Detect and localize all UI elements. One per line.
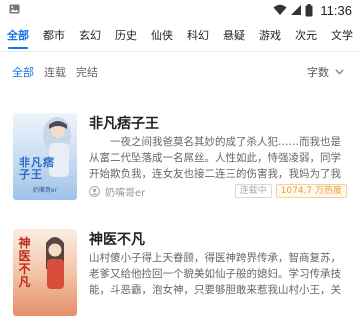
category-tab-bar: 全部 都市 玄幻 历史 仙侠 科幻 悬疑 游戏 次元 文学	[0, 22, 360, 50]
book-list-item[interactable]: 神医不凡 神医不凡 山村傻小子得上天眷顾，得医神跨界传承，智商复苏，老爹又给他捡…	[0, 223, 360, 316]
tab-divider	[0, 51, 360, 52]
cover-author: 奶嘴哥er	[32, 187, 58, 194]
tab-history[interactable]: 历史	[108, 22, 144, 50]
filter-completed[interactable]: 完结	[76, 64, 98, 80]
tab-mystery[interactable]: 悬疑	[216, 22, 252, 50]
tab-game[interactable]: 游戏	[252, 22, 288, 50]
book-tags: 连载中 1074.7 万热度	[234, 184, 347, 198]
image-notification-icon	[9, 4, 20, 14]
book-description: 山村傻小子得上天眷顾，得医神跨界传承，智商复苏，老爹又给他捡回一个貌美如仙子般的…	[89, 252, 341, 296]
sort-label: 字数	[307, 66, 329, 79]
sort-dropdown[interactable]: 字数	[307, 60, 344, 84]
tab-fantasy[interactable]: 玄幻	[72, 22, 108, 50]
wifi-icon	[273, 4, 287, 15]
tab-scifi[interactable]: 科幻	[180, 22, 216, 50]
status-time: 11:36	[320, 2, 352, 18]
cover-title: 神医不凡	[18, 236, 32, 289]
filter-row: 全部 连载 完结 字数	[0, 60, 360, 84]
tab-urban[interactable]: 都市	[36, 22, 72, 50]
tab-anime[interactable]: 次元	[288, 22, 324, 50]
book-author: 奶嘴哥er	[105, 187, 146, 199]
signal-icon	[291, 5, 302, 15]
status-bar: 11:36	[0, 0, 360, 20]
status-badge: 连载中	[234, 184, 272, 198]
book-title: 神医不凡	[89, 232, 145, 248]
book-description: 一夜之间我爸莫名其妙的成了杀人犯……而我也是从富二代坠落成一名屌丝。人性如此，恃…	[89, 136, 341, 180]
battery-icon	[305, 3, 313, 16]
chevron-down-icon	[335, 69, 344, 75]
cover-title: 非凡痞子王	[19, 156, 55, 181]
tab-xianxia[interactable]: 仙侠	[144, 22, 180, 50]
book-title: 非凡痞子王	[89, 116, 159, 132]
book-list-item[interactable]: 非凡痞子王 奶嘴哥er 非凡痞子王 一夜之间我爸莫名其妙的成了杀人犯……而我也是…	[0, 107, 360, 202]
heat-badge: 1074.7 万热度	[275, 184, 347, 198]
tab-all[interactable]: 全部	[0, 22, 36, 50]
filter-all[interactable]: 全部	[12, 64, 34, 80]
user-icon	[89, 185, 100, 197]
book-cover: 神医不凡	[13, 229, 77, 316]
status-icons: 11:36	[273, 2, 352, 18]
filter-serializing[interactable]: 连载	[44, 64, 66, 80]
book-meta: 奶嘴哥er 连载中 1074.7 万热度	[89, 184, 347, 199]
book-cover: 非凡痞子王 奶嘴哥er	[13, 113, 77, 200]
tab-literature[interactable]: 文学	[324, 22, 360, 50]
